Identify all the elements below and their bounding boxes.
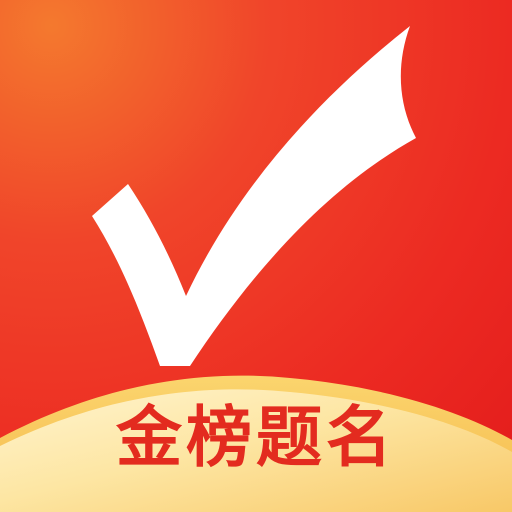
banner-text: 金榜题名 [116, 399, 396, 476]
app-icon[interactable]: 金榜题名 [0, 0, 512, 512]
